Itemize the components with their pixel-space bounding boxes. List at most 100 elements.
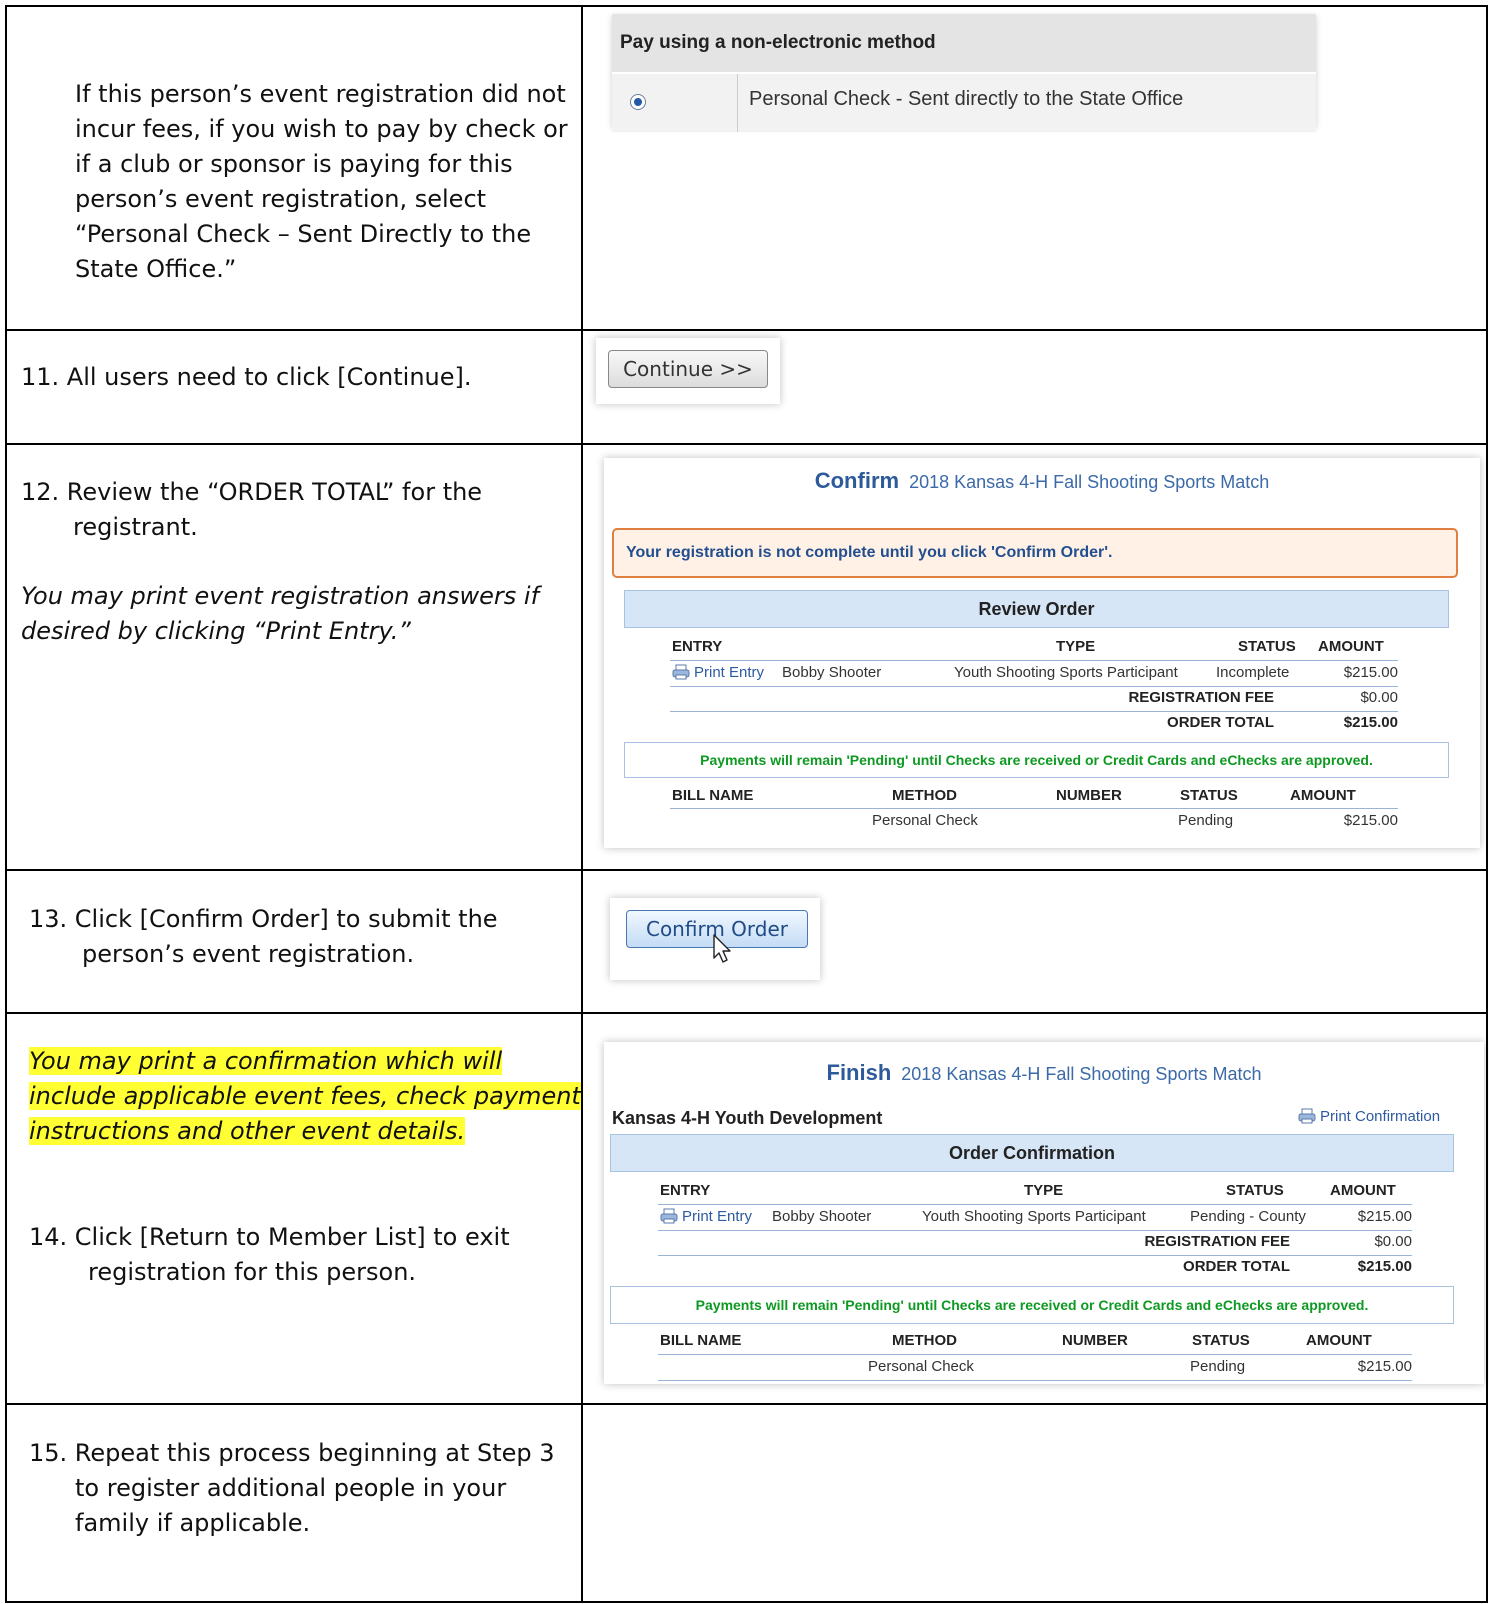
column-header-type: TYPE (1024, 1182, 1064, 1199)
instruction-note: You may print event registration answers… (21, 582, 540, 610)
instruction-line: 13. Click [Confirm Order] to submit the (29, 905, 498, 933)
review-order-header: Review Order (624, 590, 1449, 628)
bill-status: Pending (1190, 1358, 1246, 1375)
entry-type: Youth Shooting Sports Participant (954, 664, 1178, 681)
order-total-value: $215.00 (1343, 714, 1398, 731)
continue-screenshot: Continue >> (596, 338, 780, 404)
instruction-line: If this person’s event registration did … (75, 80, 566, 108)
instruction-line: person’s event registration, select (75, 185, 487, 213)
finish-order-panel: Finish 2018 Kansas 4-H Fall Shooting Spor… (604, 1042, 1484, 1384)
printer-icon (1298, 1108, 1316, 1124)
column-header-type: TYPE (1056, 638, 1096, 655)
bill-amount: $215.00 (1343, 812, 1398, 829)
instruction-step-11: 11. All users need to click [Continue]. (21, 360, 472, 395)
print-confirmation-link[interactable]: Print Confirmation (1298, 1108, 1440, 1125)
column-header-bill-name: BILL NAME (672, 787, 754, 804)
instruction-line: if a club or sponsor is paying for this (75, 150, 513, 178)
entry-status: Incomplete (1216, 664, 1290, 681)
confirm-title-line: Confirm 2018 Kansas 4-H Fall Shooting Spo… (604, 468, 1480, 494)
column-header-status: STATUS (1226, 1182, 1284, 1199)
row-rule (658, 1230, 1412, 1231)
bill-amount: $215.00 (1357, 1358, 1412, 1375)
column-divider (581, 7, 583, 1601)
printer-icon (672, 664, 690, 680)
instruction-step-14: 14. Click [Return to Member List] to exi… (29, 1220, 510, 1290)
payments-pending-note: Payments will remain 'Pending' until Che… (610, 1286, 1454, 1324)
instruction-step-13: 13. Click [Confirm Order] to submit the … (29, 902, 498, 972)
column-header-amount: AMOUNT (1290, 787, 1356, 804)
finish-title: Finish (826, 1060, 892, 1085)
confirm-order-screenshot: Confirm Order (610, 898, 820, 980)
registration-fee-value: $0.00 (1360, 689, 1398, 706)
instruction-line: 14. Click [Return to Member List] to exi… (29, 1223, 510, 1251)
warning-message: Your registration is not complete until … (612, 528, 1458, 578)
instruction-line: 11. All users need to click [Continue]. (21, 363, 472, 391)
header-rule (658, 1204, 1412, 1205)
payment-option-label: Personal Check - Sent directly to the St… (749, 88, 1184, 110)
print-entry-link[interactable]: Print Entry (672, 664, 764, 681)
row-rule (658, 1255, 1412, 1256)
entry-name: Bobby Shooter (772, 1208, 872, 1225)
highlighted-note: instructions and other event details. (29, 1117, 466, 1145)
entry-amount: $215.00 (1357, 1208, 1412, 1225)
header-rule (658, 1354, 1412, 1355)
column-separator (737, 74, 738, 132)
entry-name: Bobby Shooter (782, 664, 882, 681)
instruction-step-15: 15. Repeat this process beginning at Ste… (29, 1436, 555, 1541)
column-header-amount: AMOUNT (1306, 1332, 1372, 1349)
highlighted-note: You may print a confirmation which will (29, 1047, 503, 1075)
column-header-status: STATUS (1180, 787, 1238, 804)
instruction-line: registrant. (73, 513, 198, 541)
column-header-amount: AMOUNT (1318, 638, 1384, 655)
column-header-number: NUMBER (1062, 1332, 1128, 1349)
bill-method: Personal Check (872, 812, 978, 829)
instruction-line: registration for this person. (88, 1258, 417, 1286)
instruction-line: incur fees, if you wish to pay by check … (75, 115, 568, 143)
instruction-line: 12. Review the “ORDER TOTAL” for the (21, 478, 483, 506)
instruction-pay-method: If this person’s event registration did … (75, 77, 568, 287)
print-entry-link[interactable]: Print Entry (660, 1208, 752, 1225)
print-entry-label: Print Entry (682, 1208, 753, 1225)
row-divider (7, 869, 1486, 871)
row-rule (670, 711, 1398, 712)
registration-fee-label: REGISTRATION FEE (1144, 1233, 1290, 1250)
header-rule (670, 808, 1398, 809)
confirm-title: Confirm (814, 468, 900, 493)
row-rule (658, 1380, 1412, 1381)
instruction-step-12: 12. Review the “ORDER TOTAL” for the reg… (21, 475, 539, 649)
entry-status: Pending - County (1190, 1208, 1306, 1225)
row-rule (670, 686, 1398, 687)
instruction-line: “Personal Check – Sent Directly to the (75, 220, 532, 248)
registration-fee-label: REGISTRATION FEE (1128, 689, 1274, 706)
column-header-entry: ENTRY (660, 1182, 711, 1199)
column-header-method: METHOD (892, 1332, 957, 1349)
payment-option-row[interactable]: Personal Check - Sent directly to the St… (612, 74, 1316, 132)
print-entry-label: Print Entry (694, 664, 765, 681)
order-confirmation-header: Order Confirmation (610, 1134, 1454, 1172)
row-divider (7, 443, 1486, 445)
instruction-print-note: You may print a confirmation which will … (29, 1044, 581, 1149)
event-name: 2018 Kansas 4-H Fall Shooting Sports Mat… (901, 1064, 1262, 1084)
column-header-status: STATUS (1238, 638, 1296, 655)
entry-type: Youth Shooting Sports Participant (922, 1208, 1146, 1225)
registration-fee-value: $0.00 (1374, 1233, 1412, 1250)
mouse-cursor-icon (713, 934, 731, 963)
instruction-note: desired by clicking “Print Entry.” (21, 617, 411, 645)
print-confirmation-label: Print Confirmation (1320, 1108, 1441, 1125)
payment-method-panel: Pay using a non-electronic method Person… (612, 14, 1316, 132)
radio-selected-icon[interactable] (630, 94, 646, 110)
instruction-line: to register additional people in your (75, 1474, 507, 1502)
row-divider (7, 1403, 1486, 1405)
row-divider (7, 1012, 1486, 1014)
bill-method: Personal Check (868, 1358, 974, 1375)
continue-button[interactable]: Continue >> (608, 350, 768, 388)
confirm-order-panel: Confirm 2018 Kansas 4-H Fall Shooting Spo… (604, 458, 1480, 848)
instruction-line: 15. Repeat this process beginning at Ste… (29, 1439, 555, 1467)
column-header-number: NUMBER (1056, 787, 1122, 804)
bill-status: Pending (1178, 812, 1234, 829)
printer-icon (660, 1208, 678, 1224)
entry-amount: $215.00 (1343, 664, 1398, 681)
header-rule (670, 660, 1398, 661)
column-header-status: STATUS (1192, 1332, 1250, 1349)
order-total-label: ORDER TOTAL (1167, 714, 1274, 731)
